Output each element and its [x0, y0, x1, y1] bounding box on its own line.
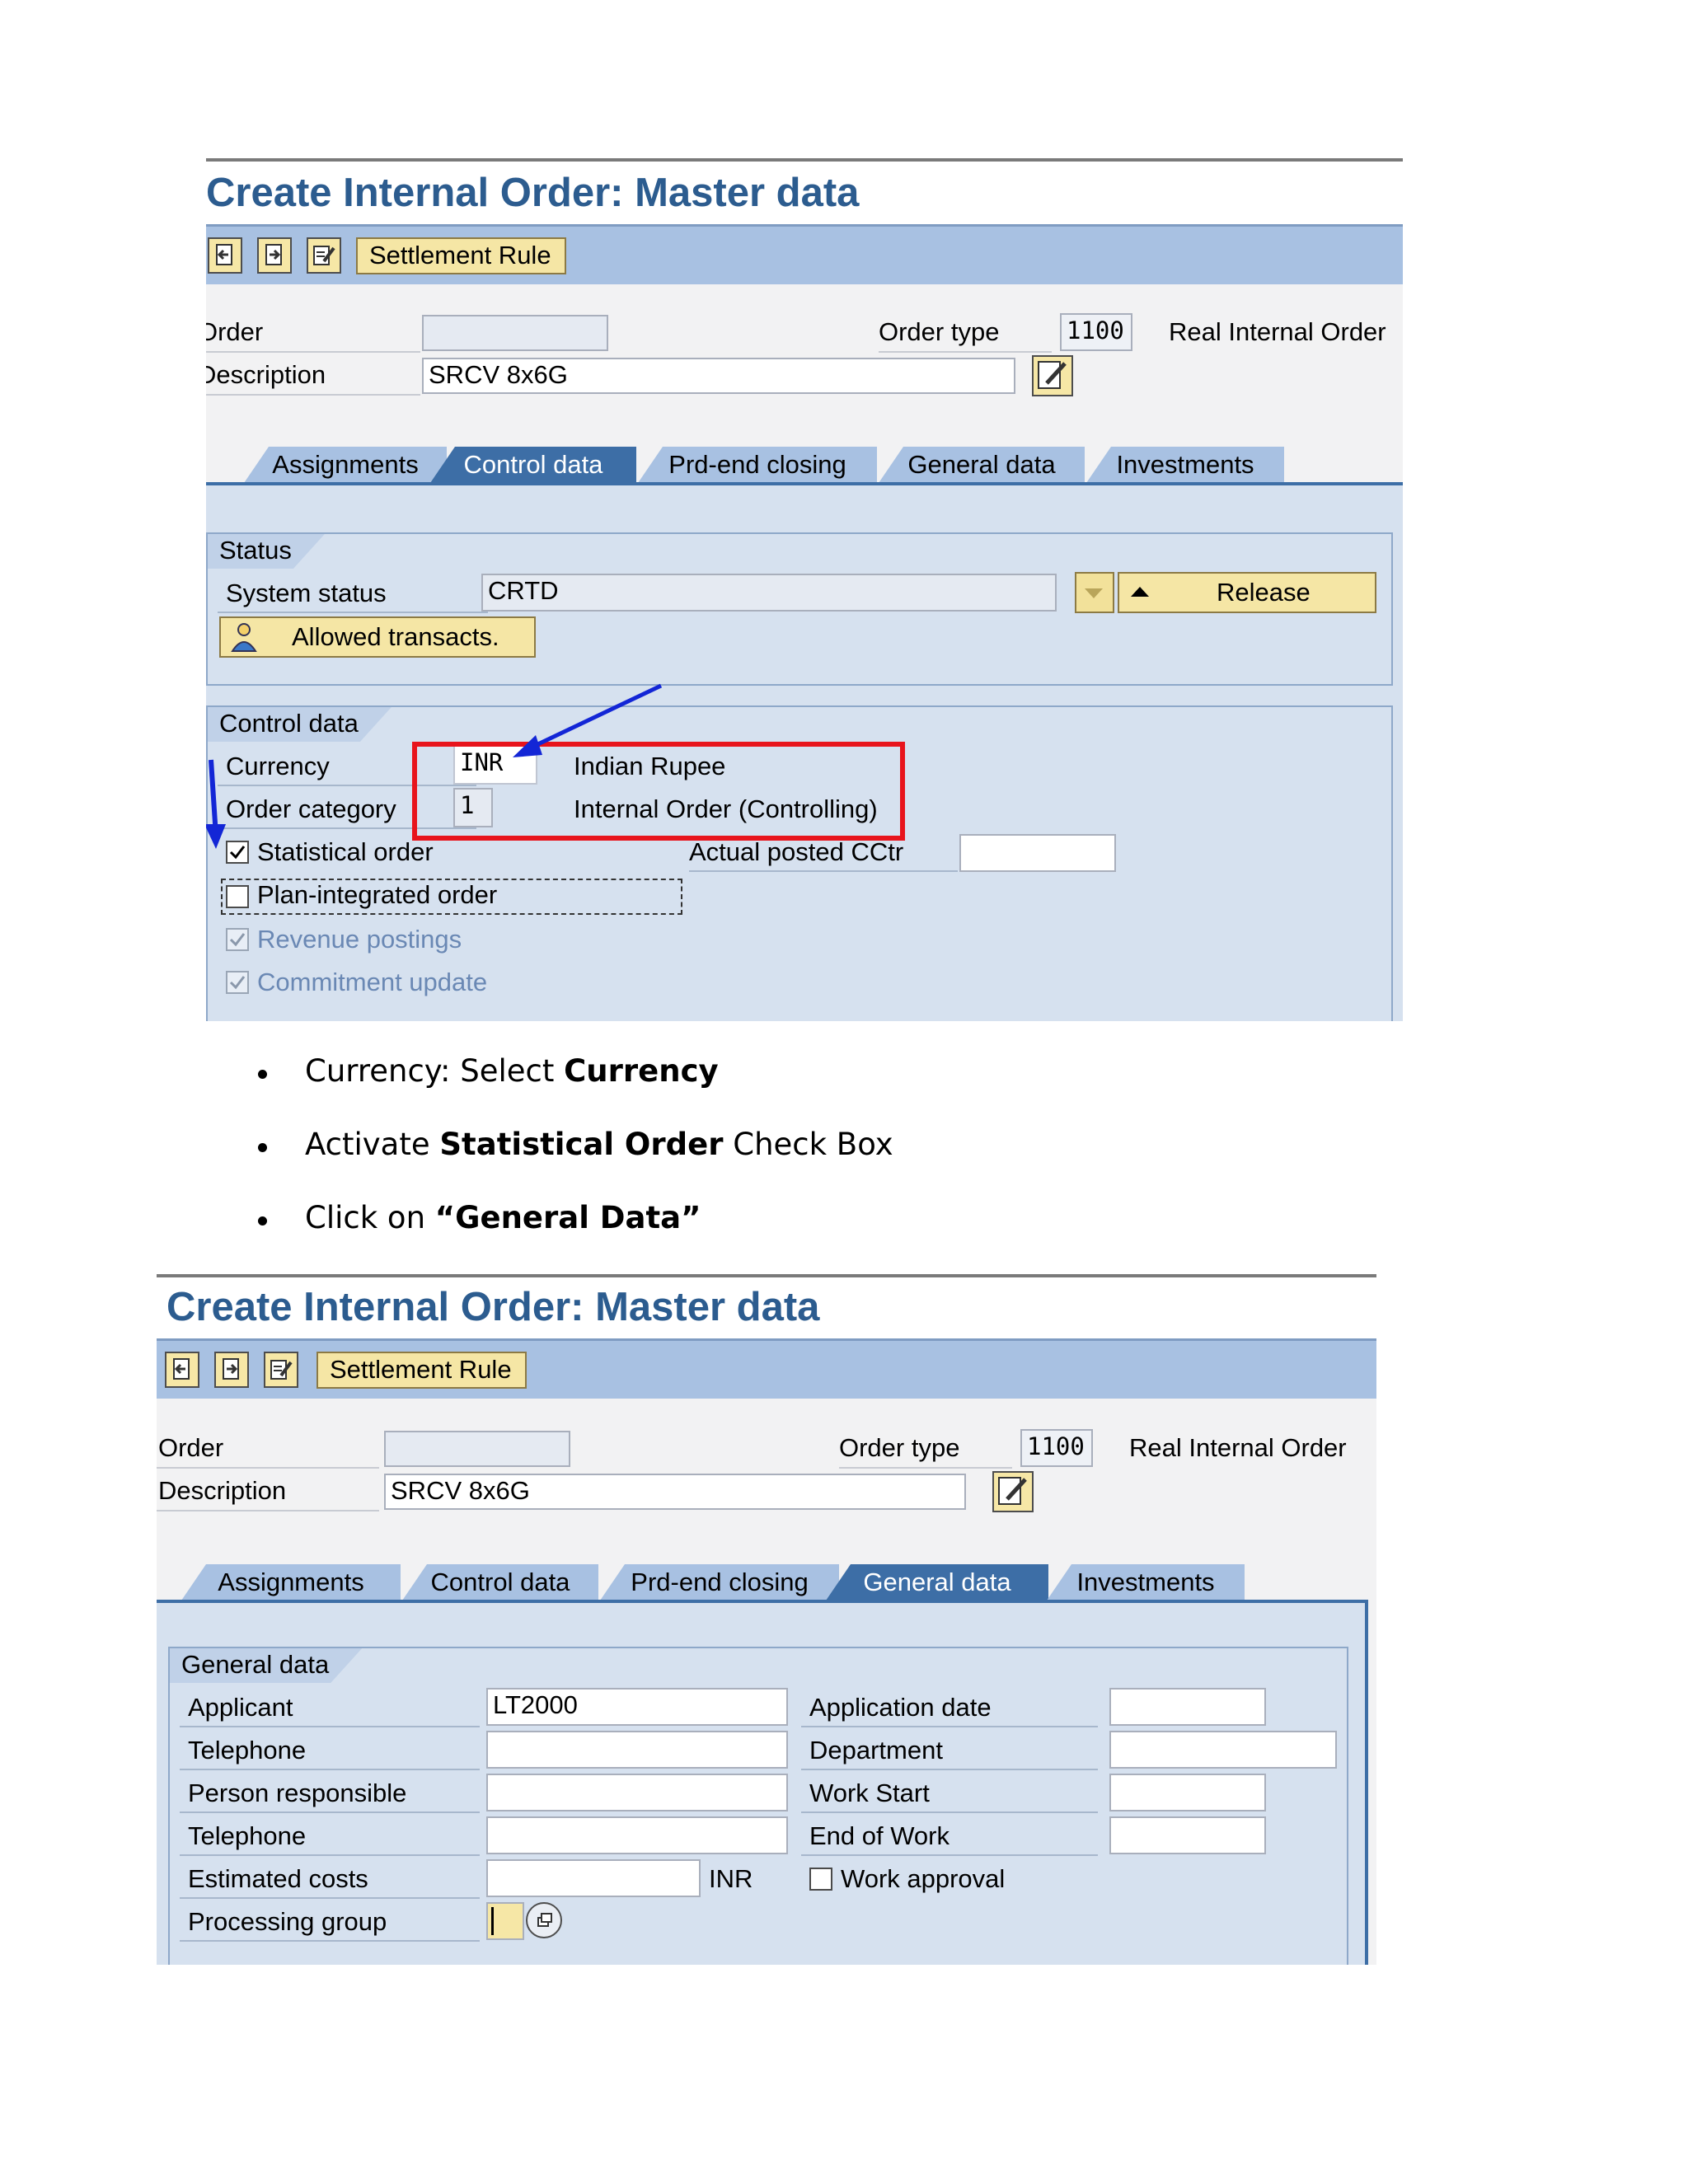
bullet-dot	[258, 1216, 267, 1226]
annotation-arrow-icon	[206, 683, 663, 849]
bullet-dot	[258, 1143, 267, 1152]
order-field[interactable]	[384, 1431, 570, 1467]
work-approval-label: Work approval	[841, 1864, 1006, 1893]
department-label: Department	[809, 1736, 943, 1765]
tab-control-data[interactable]: Control data	[402, 1564, 598, 1601]
work-approval-checkbox[interactable]	[809, 1868, 832, 1891]
tab-investments[interactable]: Investments	[1047, 1564, 1245, 1601]
person-responsible-label: Person responsible	[188, 1779, 407, 1807]
tab-general-data[interactable]: General data	[826, 1564, 1048, 1601]
applicant-field[interactable]: LT2000	[486, 1688, 788, 1726]
bullet-dot	[258, 1070, 267, 1079]
department-field[interactable]	[1109, 1731, 1337, 1769]
telephone-field[interactable]	[486, 1731, 788, 1769]
long-text-icon[interactable]	[992, 1471, 1034, 1512]
tab-prd-end-closing[interactable]: Prd-end closing	[600, 1564, 839, 1601]
tab-assignments[interactable]: Assignments	[181, 1564, 401, 1601]
work-start-field[interactable]	[1109, 1774, 1266, 1811]
general-data-group-title: General data	[170, 1648, 362, 1683]
instruction-2: Activate Statistical Order Check Box	[305, 1127, 893, 1162]
possible-entries-icon[interactable]	[526, 1902, 562, 1938]
instruction-3: Click on “General Data”	[305, 1200, 701, 1235]
screenshot-general-data: Create Internal Order: Master data Settl…	[157, 1274, 1376, 1965]
estimated-costs-currency: INR	[709, 1864, 753, 1893]
application-date-field[interactable]	[1109, 1688, 1266, 1726]
person-responsible-field[interactable]	[486, 1774, 788, 1811]
telephone-label: Telephone	[188, 1736, 307, 1765]
estimated-costs-field[interactable]	[486, 1859, 701, 1897]
telephone-label: Telephone	[188, 1821, 307, 1850]
other-order-icon[interactable]	[165, 1352, 199, 1388]
settlement-rule-button[interactable]: Settlement Rule	[316, 1352, 527, 1389]
work-start-label: Work Start	[809, 1779, 930, 1807]
end-of-work-label: End of Work	[809, 1821, 950, 1850]
description-field[interactable]: SRCV 8x6G	[384, 1474, 966, 1510]
order-type-field[interactable]: 1100	[1020, 1429, 1093, 1467]
screenshot-control-data: Create Internal Order: Master data Settl…	[206, 158, 1403, 1021]
application-date-label: Application date	[809, 1693, 992, 1722]
order-type-label: Order type	[839, 1433, 960, 1462]
text-cursor	[491, 1907, 494, 1935]
copy-order-icon[interactable]	[214, 1352, 249, 1388]
page-title: Create Internal Order: Master data	[166, 1285, 820, 1329]
edit-document-icon[interactable]	[264, 1352, 298, 1388]
toolbar: Settlement Rule	[157, 1338, 1376, 1399]
estimated-costs-label: Estimated costs	[188, 1864, 368, 1893]
order-type-text: Real Internal Order	[1129, 1433, 1347, 1462]
telephone-field[interactable]	[486, 1816, 788, 1854]
applicant-label: Applicant	[188, 1693, 293, 1722]
description-label: Description	[158, 1476, 287, 1505]
instruction-1: Currency: Select Currency	[305, 1053, 719, 1089]
order-label: Order	[158, 1433, 224, 1462]
end-of-work-field[interactable]	[1109, 1816, 1266, 1854]
processing-group-label: Processing group	[188, 1907, 387, 1936]
